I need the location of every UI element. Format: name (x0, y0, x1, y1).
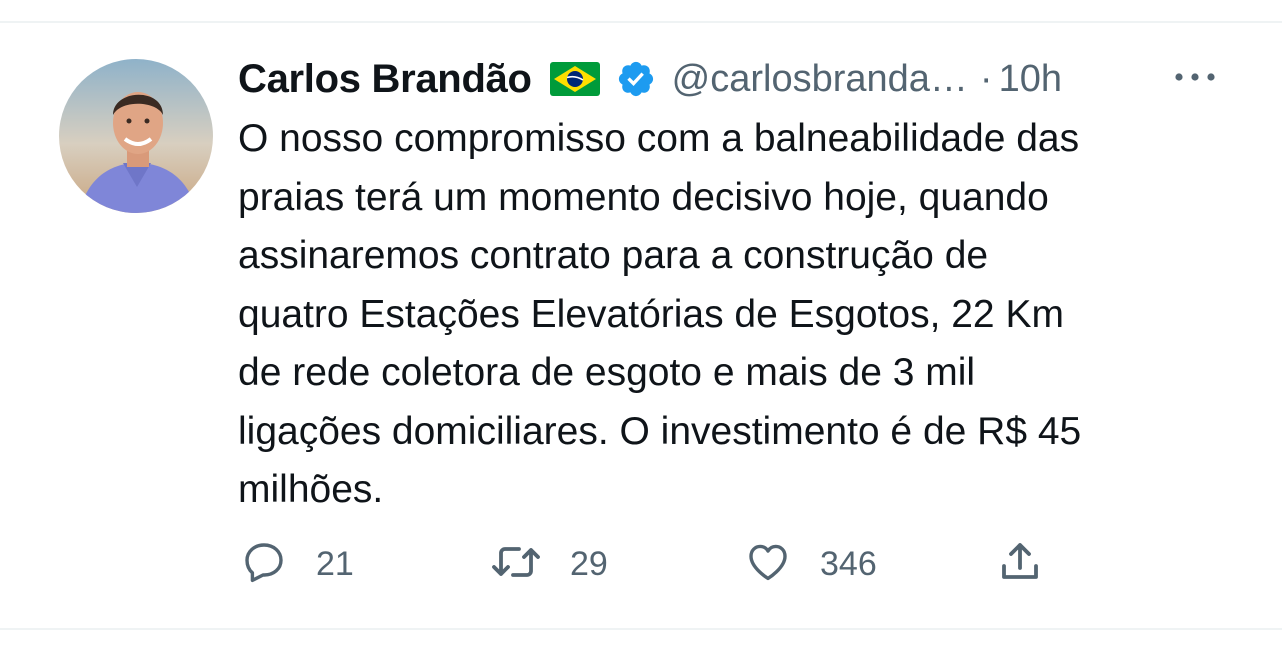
avatar[interactable] (59, 59, 213, 213)
author-display-name[interactable]: Carlos Brandão (238, 57, 532, 102)
like-count: 346 (820, 544, 877, 583)
tweet-text: O nosso compromisso com a balneabilidade… (238, 117, 1082, 511)
brazil-flag-icon (549, 62, 600, 96)
avatar-image (59, 59, 213, 213)
share-icon (996, 538, 1044, 591)
tweet-actions: 21 29 346 (0, 534, 1282, 594)
retweet-icon (490, 538, 542, 591)
share-button[interactable] (996, 534, 1044, 594)
tweet-timestamp[interactable]: 10h (999, 58, 1062, 101)
reply-count: 21 (316, 544, 354, 583)
retweet-count: 29 (570, 544, 608, 583)
reply-button[interactable]: 21 (240, 534, 354, 594)
author-handle[interactable]: @carlosbranda… (672, 58, 968, 101)
retweet-button[interactable]: 29 (490, 534, 608, 594)
top-divider (0, 21, 1282, 23)
separator-dot: · (979, 57, 993, 100)
reply-icon (240, 538, 288, 591)
verified-badge-icon[interactable] (616, 59, 656, 99)
tweet-header: Carlos Brandão @carlosbranda… · 10h (238, 52, 1062, 106)
more-options-icon[interactable] (1170, 62, 1220, 92)
heart-icon (744, 538, 792, 591)
like-button[interactable]: 346 (744, 534, 877, 594)
bottom-divider (0, 628, 1282, 630)
